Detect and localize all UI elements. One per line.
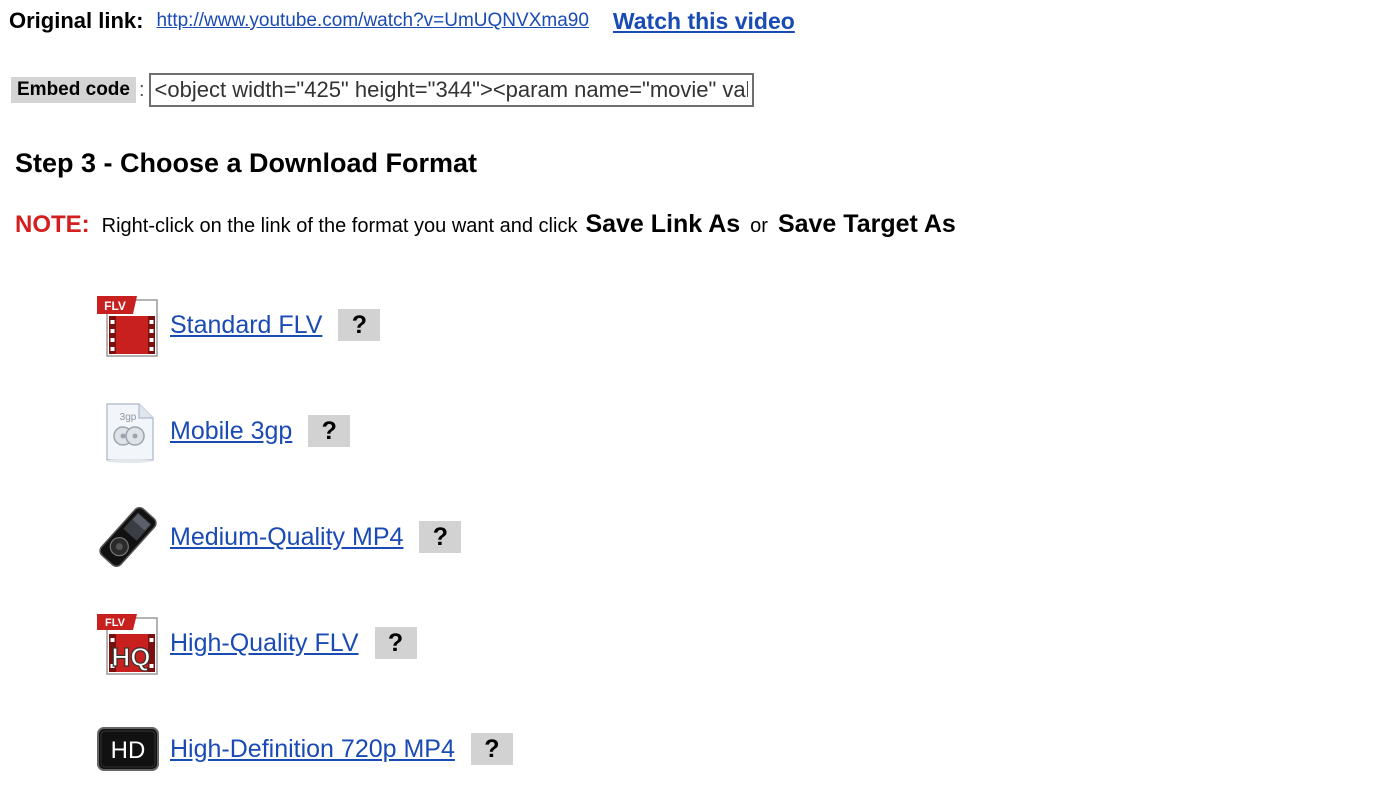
hq-flv-file-icon: FLV HQ [97, 614, 158, 675]
hd-icon: HD [97, 727, 159, 771]
embed-code-separator: : [138, 78, 145, 101]
original-url-link[interactable]: http://www.youtube.com/watch?v=UmUQNVXma… [156, 10, 588, 32]
mobile-3gp-help-button[interactable]: ? [308, 415, 351, 447]
hq-icon-text: HQ [112, 642, 151, 672]
hd-icon-text: HD [111, 737, 146, 764]
standard-flv-help-button[interactable]: ? [338, 309, 381, 341]
original-link-label: Original link: [9, 8, 144, 33]
note-row: NOTE: Right-click on the link of the for… [15, 210, 966, 246]
note-save-target-as: Save Target As [777, 210, 956, 238]
high-definition-720p-mp4-link[interactable]: High-Definition 720p MP4 [170, 735, 455, 764]
watch-video-link[interactable]: Watch this video [613, 8, 795, 35]
medium-quality-mp4-help-button[interactable]: ? [419, 521, 462, 553]
format-row-hd-mp4: HD High-Definition 720p MP4 ? [95, 714, 513, 784]
flv-file-icon: FLV [97, 296, 158, 357]
format-row-mobile-3gp: 3gp Mobile 3gp ? [95, 396, 351, 466]
embed-code-input[interactable] [148, 73, 754, 107]
3gp-icon-text: 3gp [120, 412, 137, 423]
embed-code-label: Embed code [11, 77, 136, 103]
high-definition-720p-mp4-help-button[interactable]: ? [470, 733, 513, 765]
hq-flv-icon-text: FLV [105, 617, 126, 629]
note-label: NOTE: [15, 211, 90, 238]
step-title: Step 3 - Choose a Download Format [15, 148, 478, 178]
original-link-row: Original link: http://www.youtube.com/wa… [9, 4, 795, 38]
standard-flv-link[interactable]: Standard FLV [170, 311, 322, 340]
note-or: or [750, 215, 768, 237]
format-row-hq-flv: FLV HQ High-Quality FLV ? [95, 608, 417, 678]
mobile-3gp-link[interactable]: Mobile 3gp [170, 417, 292, 446]
high-quality-flv-link[interactable]: High-Quality FLV [170, 629, 359, 658]
mp4-player-icon [99, 506, 157, 568]
format-row-medium-mp4: Medium-Quality MP4 ? [95, 502, 462, 572]
flv-icon-text: FLV [104, 299, 126, 313]
note-text: Right-click on the link of the format yo… [101, 215, 578, 237]
3gp-file-icon: 3gp [106, 403, 154, 463]
high-quality-flv-help-button[interactable]: ? [374, 627, 417, 659]
format-row-standard-flv: FLV Standard FLV ? [95, 290, 381, 360]
note-save-link-as: Save Link As [585, 210, 741, 238]
medium-quality-mp4-link[interactable]: Medium-Quality MP4 [170, 523, 403, 552]
embed-code-row: Embed code : [11, 70, 754, 110]
